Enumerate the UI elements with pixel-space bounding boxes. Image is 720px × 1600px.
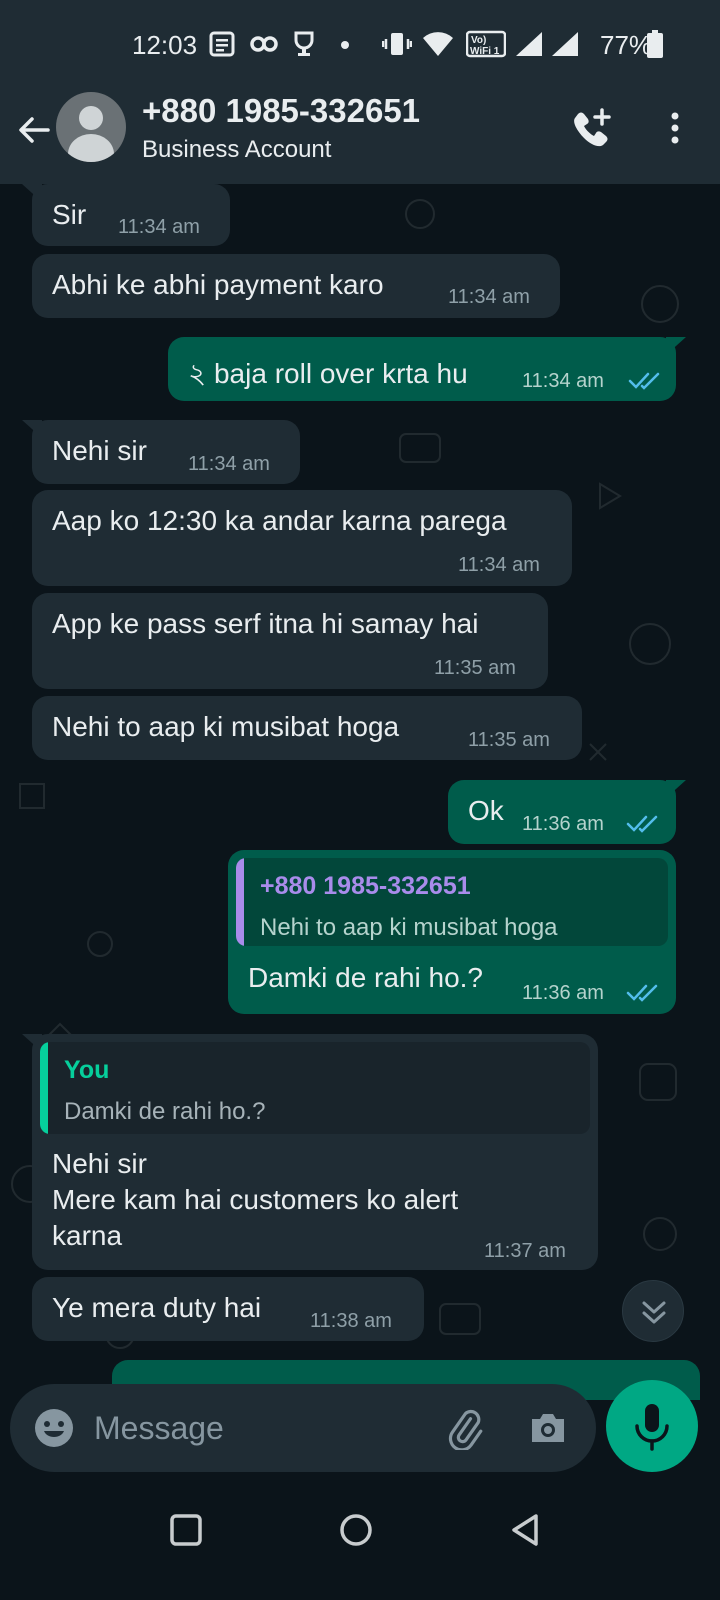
message-bubble-outgoing[interactable]: ২ baja roll over krta hu 11:34 am (168, 337, 686, 401)
wifi-icon (423, 32, 453, 56)
message-text-line: karna (52, 1220, 123, 1251)
avatar-body (68, 134, 114, 162)
quoted-message[interactable]: You Damki de rahi ho.? (40, 1042, 590, 1134)
message-text: Ok (468, 795, 504, 826)
message-text: App ke pass serf itna hi samay hai (52, 608, 479, 639)
message-text: Abhi ke abhi payment karo (52, 269, 384, 300)
home-icon[interactable] (336, 1510, 376, 1550)
quoted-message[interactable]: +880 1985-332651 Nehi to aap ki musibat … (236, 858, 668, 946)
vibrate-icon (382, 33, 412, 55)
message-bubble-outgoing[interactable]: +880 1985-332651 Nehi to aap ki musibat … (228, 850, 676, 1014)
message-bubble-incoming[interactable]: Nehi sir 11:34 am (22, 420, 300, 484)
message-bubble-incoming[interactable]: Ye mera duty hai 11:38 am (32, 1277, 424, 1341)
message-text: ২ baja roll over krta hu (188, 358, 468, 389)
bubble-tail (22, 420, 42, 438)
quote-bar (236, 858, 244, 946)
message-time: 11:38 am (310, 1310, 392, 1332)
message-time: 11:36 am (522, 813, 604, 835)
status-bar: 12:03 Vo) WiFi 1 77% (0, 0, 720, 88)
message-time: 11:36 am (522, 982, 604, 1004)
double-chevron-down-icon (642, 1301, 666, 1324)
dot-icon (341, 41, 349, 49)
back-icon[interactable] (506, 1510, 546, 1550)
battery-percent: 77% (600, 30, 653, 60)
bubble-tail (666, 780, 686, 798)
message-text: Ye mera duty hai (52, 1292, 262, 1323)
message-time: 11:34 am (118, 216, 200, 238)
bubble-tail (666, 337, 686, 355)
quoted-author: You (64, 1056, 110, 1084)
message-text: Nehi sir (52, 435, 147, 466)
message-bubble-incoming[interactable]: Abhi ke abhi payment karo 11:34 am (32, 254, 560, 318)
camera-icon[interactable] (526, 1406, 570, 1450)
svg-text:Vo): Vo) (471, 35, 486, 46)
quote-bar (40, 1042, 48, 1134)
message-time: 11:37 am (484, 1240, 566, 1262)
avatar-head (79, 106, 103, 130)
message-time: 11:34 am (522, 370, 604, 392)
message-bubble-incoming[interactable]: App ke pass serf itna hi samay hai 11:35… (32, 593, 548, 689)
emoji-icon[interactable] (32, 1406, 76, 1450)
link-icon (250, 36, 278, 52)
more-options-icon[interactable] (660, 108, 690, 148)
vowifi-icon: Vo)WiFi 1 (466, 30, 506, 58)
chat-header: +880 1985-332651 Business Account (0, 88, 720, 184)
chat-area[interactable]: Sir 11:34 am Abhi ke abhi payment karo 1… (0, 184, 720, 1400)
back-arrow-icon[interactable] (14, 110, 54, 150)
battery-icon (647, 30, 663, 58)
message-time: 11:34 am (448, 286, 530, 308)
bubble-tail (22, 184, 42, 202)
message-bubble-incoming[interactable]: Sir 11:34 am (22, 184, 230, 246)
read-receipt-icon (628, 372, 660, 390)
recents-icon[interactable] (166, 1510, 206, 1550)
message-text: Nehi to aap ki musibat hoga (52, 711, 400, 742)
svg-text:WiFi 1: WiFi 1 (470, 46, 500, 57)
signal-icon (552, 32, 578, 56)
avatar[interactable] (56, 92, 126, 162)
contact-subtitle[interactable]: Business Account (142, 136, 331, 164)
message-text-line: Nehi sir (52, 1148, 147, 1179)
message-bubble-incoming[interactable]: You Damki de rahi ho.? Nehi sir Mere kam… (22, 1034, 598, 1270)
contact-name[interactable]: +880 1985-332651 (142, 92, 420, 130)
trophy-icon (294, 31, 314, 56)
message-time: 11:34 am (188, 453, 270, 475)
message-text-line: Mere kam hai customers ko alert (52, 1184, 459, 1215)
read-receipt-icon (626, 984, 658, 1002)
message-bubble-incoming[interactable]: Aap ko 12:30 ka andar karna parega 11:34… (32, 490, 572, 586)
status-time: 12:03 (132, 30, 198, 60)
attach-icon[interactable] (442, 1406, 486, 1450)
add-call-icon[interactable] (568, 106, 614, 152)
scroll-to-bottom-button[interactable] (622, 1280, 684, 1342)
message-text: Aap ko 12:30 ka andar karna parega (52, 505, 507, 536)
quoted-author: +880 1985-332651 (260, 872, 471, 900)
message-text: Sir (52, 199, 87, 230)
bubble-tail (22, 1034, 42, 1052)
message-time: 11:34 am (458, 554, 540, 576)
message-bubble-incoming[interactable]: Nehi to aap ki musibat hoga 11:35 am (32, 696, 582, 760)
system-navigation-bar (0, 1480, 720, 1600)
microphone-icon (635, 1404, 669, 1451)
message-input[interactable] (94, 1402, 414, 1454)
quoted-text: Damki de rahi ho.? (64, 1098, 266, 1125)
message-composer (10, 1384, 596, 1472)
voice-message-button[interactable] (606, 1380, 698, 1472)
message-time: 11:35 am (468, 729, 550, 751)
message-text: Damki de rahi ho.? (248, 962, 484, 993)
notes-icon (209, 31, 235, 57)
message-bubble-outgoing[interactable]: Ok 11:36 am (448, 780, 686, 844)
read-receipt-icon (626, 815, 658, 833)
signal-icon (516, 32, 542, 56)
message-time: 11:35 am (434, 657, 516, 679)
quoted-text: Nehi to aap ki musibat hoga (260, 914, 558, 941)
